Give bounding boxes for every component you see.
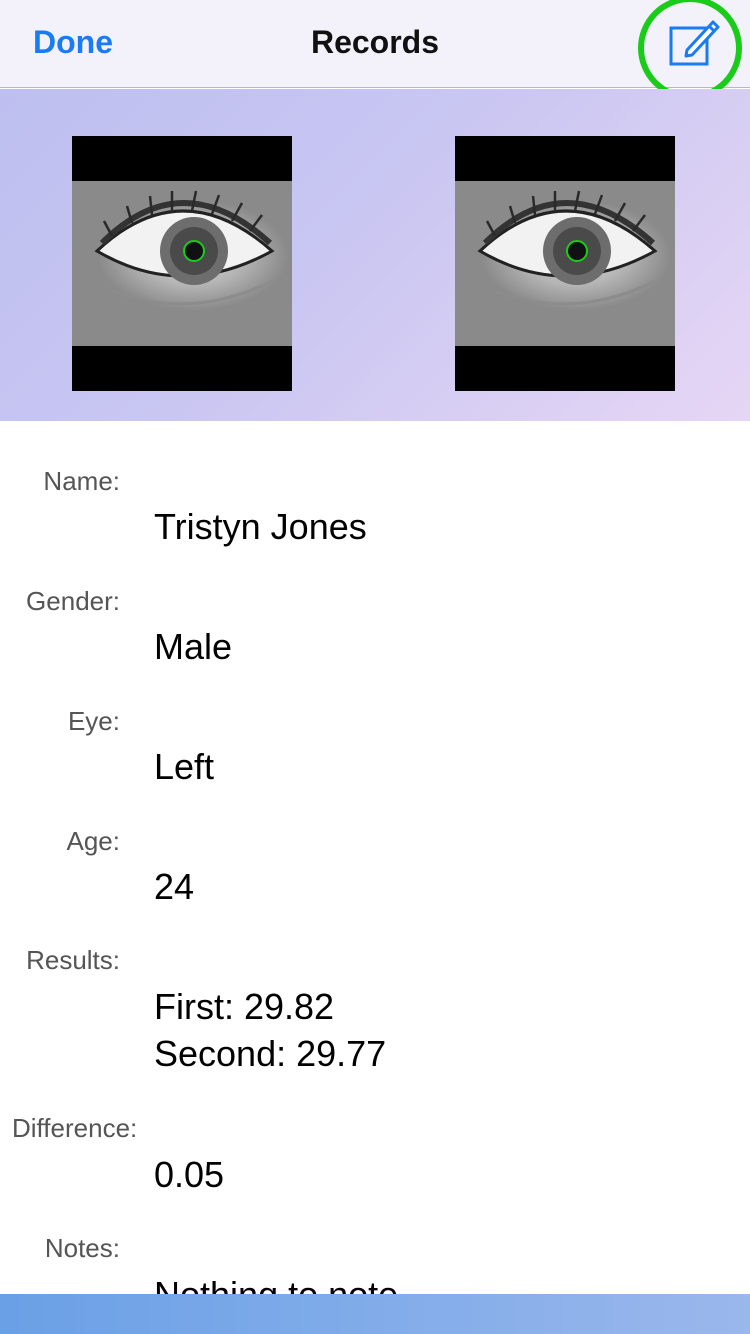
difference-value: 0.05	[154, 1154, 225, 1195]
compose-icon	[669, 20, 720, 66]
name-value: Tristyn Jones	[154, 506, 367, 547]
eye-value: Left	[154, 746, 215, 787]
name-label: Name:	[43, 466, 120, 496]
results-label: Results:	[26, 945, 120, 975]
notes-label: Notes:	[44, 1233, 120, 1263]
gender-label: Gender:	[26, 586, 120, 616]
edit-button[interactable]	[665, 16, 721, 72]
results-first-value: First: 29.82	[154, 986, 335, 1027]
page-title: Records	[310, 24, 440, 60]
eye-icon	[477, 190, 658, 306]
gender-value: Male	[154, 626, 233, 667]
navigation-bar: Done Records	[0, 0, 750, 100]
eye-images-header	[0, 89, 750, 421]
eye-photo	[72, 181, 292, 346]
age-label: Age:	[66, 826, 121, 856]
right-eye-image[interactable]	[455, 136, 675, 391]
age-value: 24	[154, 866, 195, 907]
difference-label: Difference:	[12, 1113, 138, 1143]
left-eye-image[interactable]	[72, 136, 292, 391]
results-second-value: Second: 29.77	[154, 1033, 387, 1074]
eye-icon	[94, 190, 275, 306]
bottom-toolbar	[0, 1294, 750, 1334]
eye-photo	[455, 181, 675, 346]
eye-label: Eye:	[67, 706, 120, 736]
